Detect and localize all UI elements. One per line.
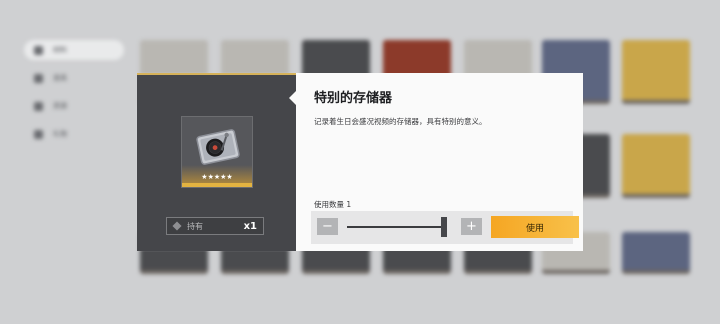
owned-count: x1 xyxy=(243,220,257,232)
use-button[interactable]: 使用 xyxy=(491,216,579,238)
cube-icon xyxy=(172,221,182,231)
sidebar-item-label: 材料 xyxy=(53,46,67,54)
rarity-bar xyxy=(182,183,252,187)
item-card: ★★★★★ xyxy=(181,116,253,188)
sidebar-item-resources[interactable]: 资源 xyxy=(24,96,124,116)
modal-pointer xyxy=(289,91,296,105)
item-title: 特别的存储器 xyxy=(314,91,393,106)
inventory-tile[interactable] xyxy=(622,232,690,274)
increase-button[interactable]: + xyxy=(461,218,482,235)
item-detail-modal: ★★★★★ 持有 x1 特别的存储器 记录着生日会盛况视频的存储器，具有特别的意… xyxy=(137,73,583,251)
item-preview-panel: ★★★★★ 持有 x1 xyxy=(137,73,296,251)
items-icon xyxy=(34,73,43,83)
owned-label: 持有 xyxy=(187,221,203,231)
quantity-slider-track[interactable] xyxy=(347,226,442,228)
use-quantity-label: 使用数量 1 xyxy=(314,200,352,209)
inventory-tile[interactable] xyxy=(622,40,690,104)
decrease-button[interactable]: − xyxy=(317,218,338,235)
sidebar-item-items[interactable]: 道具 xyxy=(24,68,124,88)
gift-icon xyxy=(34,129,43,139)
sidebar-item-gifts[interactable]: 礼物 xyxy=(24,124,124,144)
resources-icon xyxy=(34,101,43,111)
quantity-control: − + 使用 xyxy=(311,211,579,244)
sidebar-item-label: 礼物 xyxy=(53,130,67,138)
quantity-slider-handle[interactable] xyxy=(441,217,447,237)
sidebar-item-label: 道具 xyxy=(53,74,67,82)
item-description: 记录着生日会盛况视频的存储器，具有特别的意义。 xyxy=(314,117,487,126)
sidebar-item-materials[interactable]: 材料 xyxy=(24,40,124,60)
materials-icon xyxy=(34,45,43,55)
sidebar-item-label: 资源 xyxy=(53,102,67,110)
owned-count-box: 持有 x1 xyxy=(166,217,264,235)
sidebar: 材料 道具 资源 礼物 xyxy=(24,40,124,150)
record-player-icon xyxy=(196,129,240,165)
item-info-panel: 特别的存储器 记录着生日会盛况视频的存储器，具有特别的意义。 使用数量 1 − … xyxy=(296,73,583,251)
rarity-stars: ★★★★★ xyxy=(201,173,233,181)
inventory-tile[interactable] xyxy=(622,134,690,198)
